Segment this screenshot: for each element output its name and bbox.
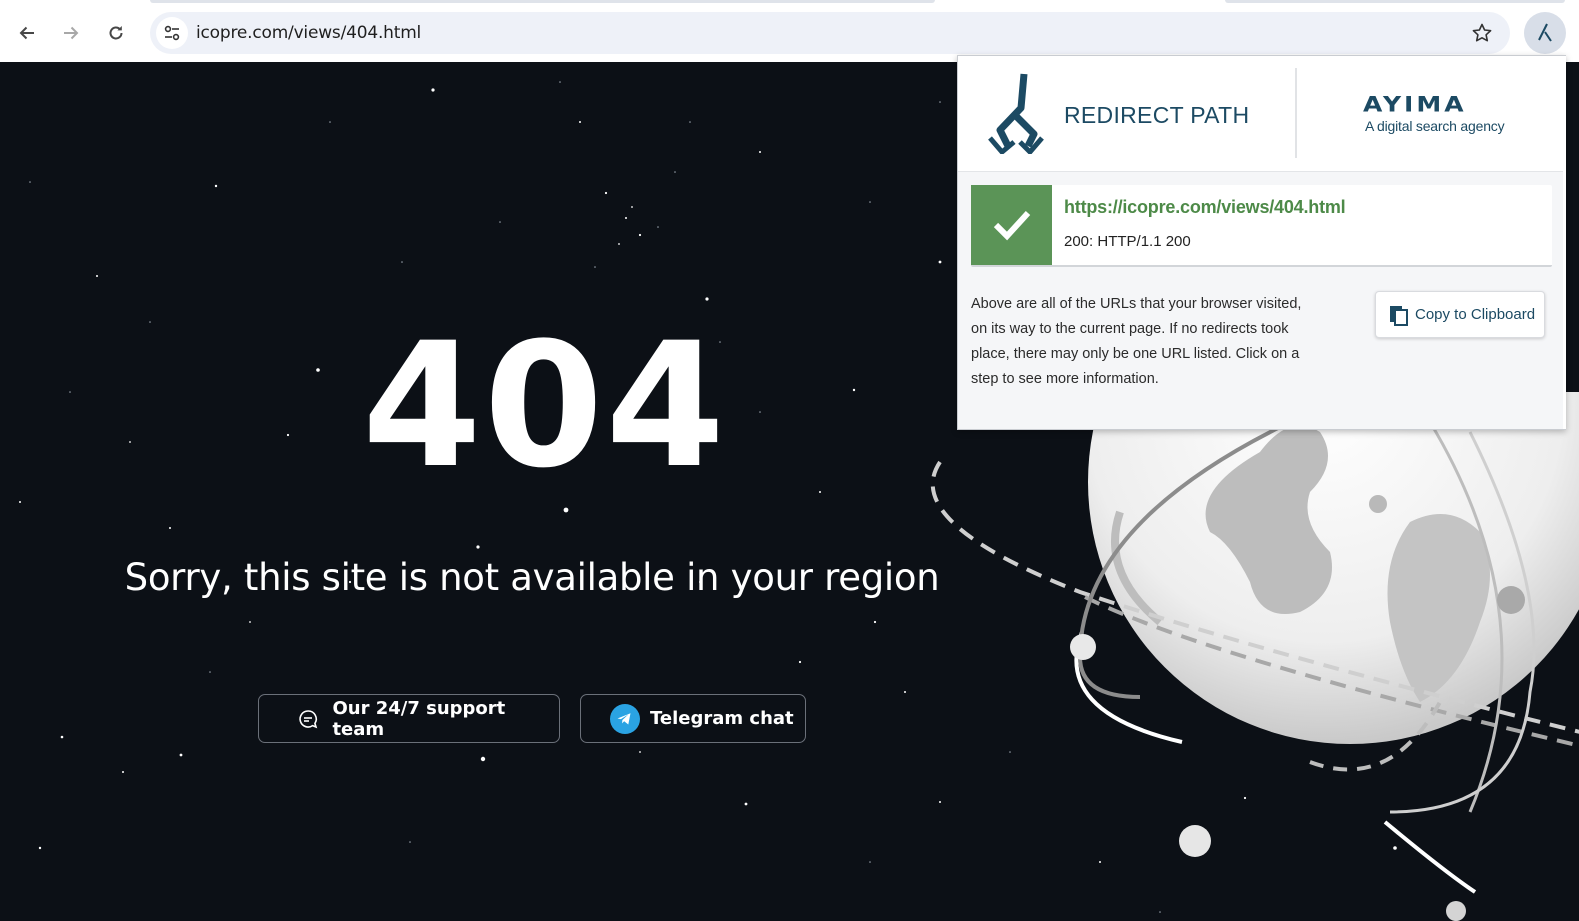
support-button[interactable]: Our 24/7 support team <box>258 694 560 743</box>
back-button[interactable] <box>10 16 44 50</box>
telegram-button[interactable]: Telegram chat <box>580 694 806 743</box>
status-ok-badge <box>971 185 1052 265</box>
popup-scrollbar[interactable] <box>1563 56 1566 429</box>
ayima-tagline: A digital search agency <box>1365 118 1505 134</box>
error-code: 404 <box>362 305 728 506</box>
redirect-path-popup: REDIRECT PATH AYIMA A digital search age… <box>957 55 1566 430</box>
globe-illustration <box>930 392 1579 921</box>
telegram-button-label: Telegram chat <box>650 708 794 729</box>
checkmark-icon <box>993 210 1030 241</box>
support-button-label: Our 24/7 support team <box>332 697 506 740</box>
tune-icon <box>164 25 180 41</box>
clipboard-icon <box>1390 305 1408 326</box>
telegram-icon <box>610 703 640 734</box>
tab-strip-edge <box>150 0 935 3</box>
url-text[interactable]: icopre.com/views/404.html <box>196 23 421 43</box>
ayima-logo[interactable]: AYIMA <box>1363 92 1467 117</box>
copy-to-clipboard-button[interactable]: Copy to Clipboard <box>1375 291 1545 338</box>
redirect-path-logo-icon <box>988 73 1044 154</box>
copy-button-label: Copy to Clipboard <box>1415 306 1536 323</box>
chat-bubble-icon <box>293 704 322 734</box>
popup-title: REDIRECT PATH <box>1064 102 1250 128</box>
star-icon[interactable] <box>1470 21 1494 45</box>
redirect-step[interactable]: https://icopre.com/views/404.html 200: H… <box>971 185 1552 267</box>
step-url[interactable]: https://icopre.com/views/404.html <box>1064 197 1346 218</box>
reload-icon <box>109 26 123 40</box>
forward-button[interactable] <box>54 16 88 50</box>
popup-header: REDIRECT PATH AYIMA A digital search age… <box>958 56 1565 172</box>
step-status: 200: HTTP/1.1 200 <box>1064 233 1191 250</box>
error-message: Sorry, this site is not available in you… <box>124 556 940 599</box>
tab-strip-edge <box>1225 0 1565 3</box>
arrow-left-icon <box>19 26 34 40</box>
browser-toolbar: icopre.com/views/404.html <box>0 0 1579 62</box>
redirect-path-icon <box>1538 23 1552 42</box>
address-bar[interactable]: icopre.com/views/404.html <box>150 12 1510 54</box>
redirect-path-extension-button[interactable] <box>1524 12 1566 54</box>
popup-info-text: Above are all of the URLs that your brow… <box>971 296 1302 387</box>
site-info-button[interactable] <box>156 17 188 49</box>
header-divider <box>1295 68 1297 158</box>
arrow-right-icon <box>64 26 79 40</box>
reload-button[interactable] <box>99 16 133 50</box>
